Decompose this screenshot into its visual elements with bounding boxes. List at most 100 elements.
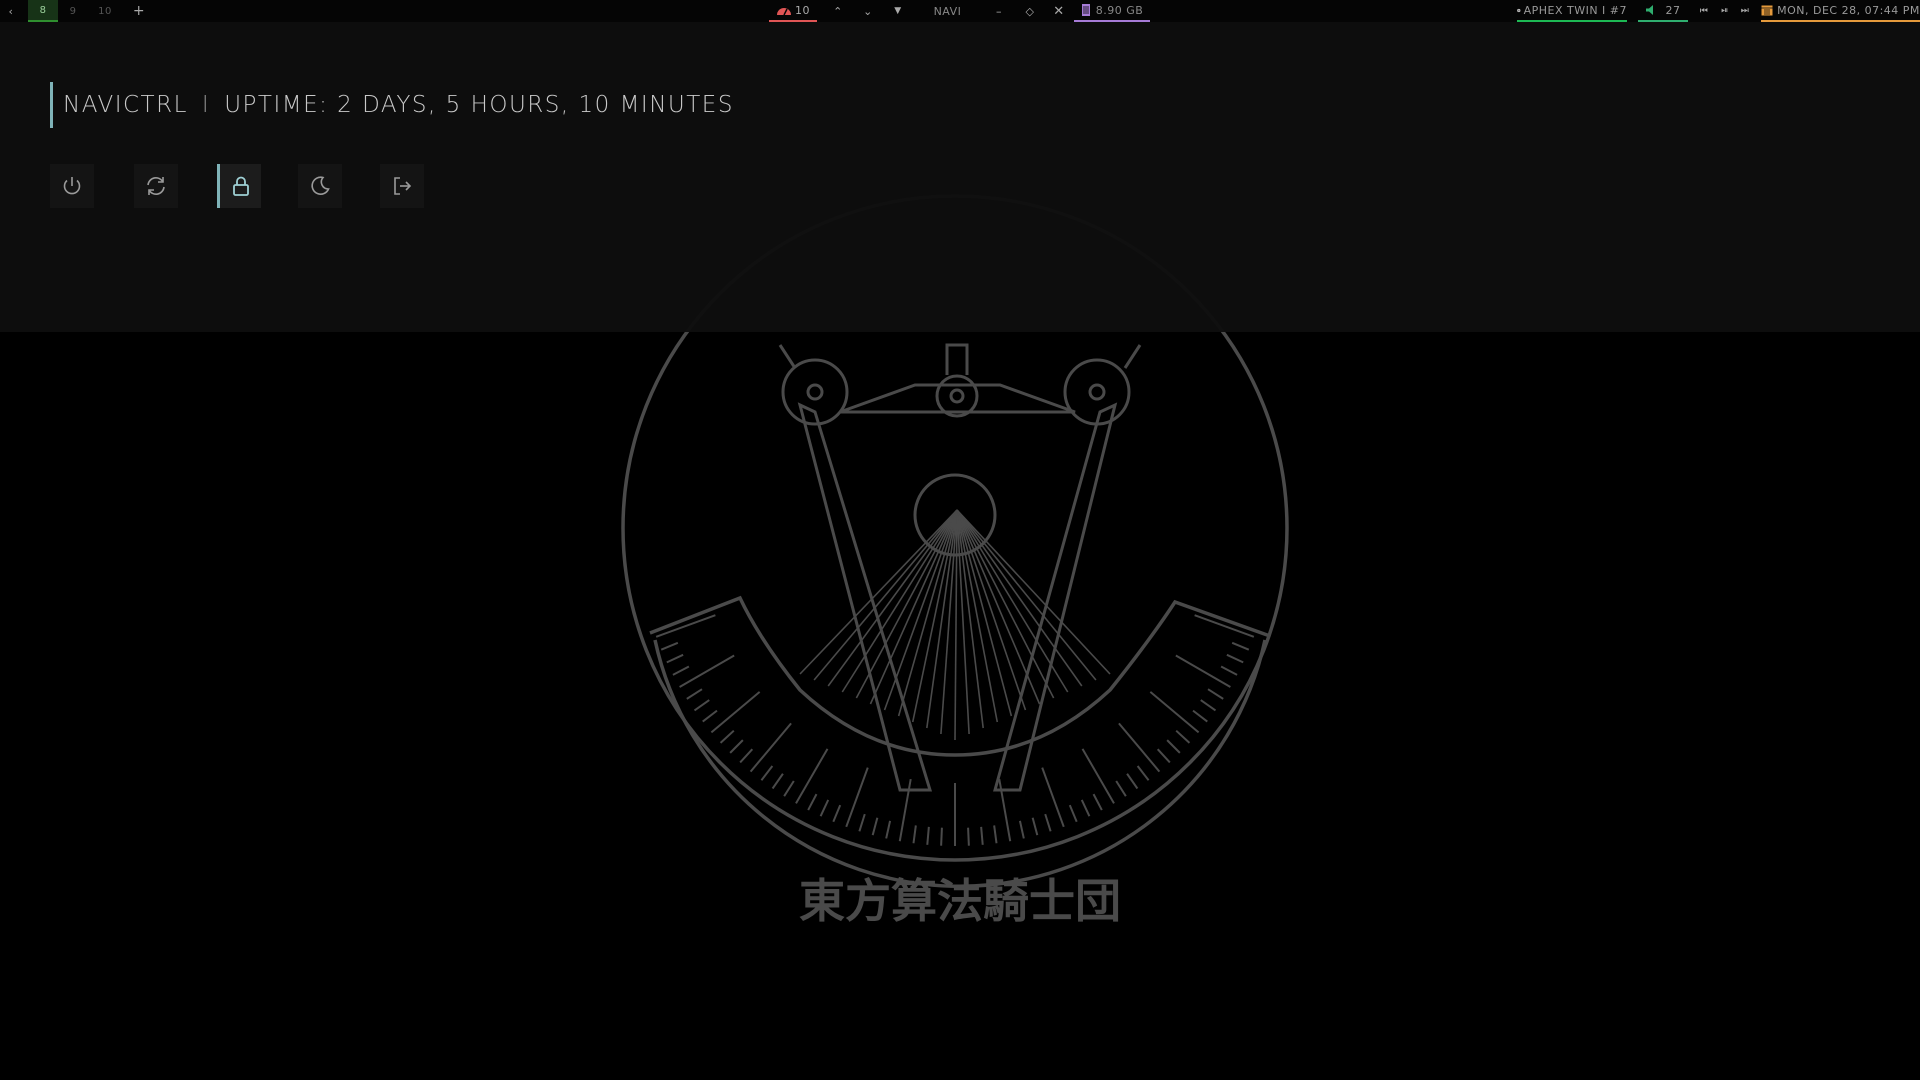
skip-forward-icon: ⏭ — [1740, 6, 1750, 16]
volume-widget[interactable]: 27 — [1638, 0, 1688, 22]
emblem-tick — [1136, 765, 1150, 781]
refresh-icon — [147, 177, 165, 195]
add-workspace-button[interactable]: + — [128, 0, 150, 22]
emblem-compass-right-leg — [993, 402, 1118, 792]
window-title: NAVI — [933, 4, 962, 18]
emblem-tick — [1207, 688, 1224, 700]
play-pause-button[interactable]: ⏯ — [1714, 0, 1736, 22]
clock-widget[interactable]: MON, DEC 28, 07:44 PM — [1761, 0, 1920, 22]
play-pause-icon: ⏯ — [1721, 6, 1729, 16]
emblem-tick — [729, 739, 744, 754]
emblem-tick — [1115, 780, 1127, 797]
emblem-tick — [926, 826, 930, 845]
title-separator: I — [201, 92, 211, 118]
emblem-tick — [660, 641, 679, 651]
emblem-tick — [807, 793, 818, 811]
emblem-tick — [1200, 699, 1217, 712]
workspace-8[interactable]: 8 — [28, 0, 58, 22]
window-menu-button[interactable]: ▼ — [887, 0, 909, 22]
app-name: NAVICTRL — [63, 92, 188, 118]
emblem-ray — [827, 509, 958, 687]
status-bar: ‹ 8 9 10 + 10 ⌃ ⌄ ▼ NAVI – ◇ ✕ 8.90 GB A… — [0, 0, 1920, 22]
emblem-tick — [1231, 641, 1250, 651]
skip-back-icon: ⏮ — [1699, 6, 1709, 16]
emblem-ray — [841, 509, 958, 693]
emblem-tick — [993, 825, 998, 844]
spotify-icon — [1517, 8, 1521, 12]
emblem-tick — [1018, 820, 1025, 839]
workspace-10[interactable]: 10 — [90, 0, 120, 22]
emblem-tick — [898, 778, 912, 842]
close-button[interactable]: ✕ — [1048, 0, 1070, 22]
uptime-text: UPTIME: 2 DAYS, 5 HOURS, 10 MINUTES — [224, 92, 734, 118]
float-button[interactable]: ◇ — [1019, 0, 1041, 22]
chevron-down-icon: ⌄ — [863, 4, 873, 18]
emblem-tick — [1226, 653, 1244, 664]
emblem-tick — [1149, 691, 1200, 734]
emblem-tick — [980, 826, 984, 845]
emblem-tick — [1092, 793, 1103, 811]
cpu-widget[interactable]: 10 — [769, 0, 817, 22]
workspace-prev-button[interactable]: ‹ — [0, 0, 22, 22]
minimize-icon: – — [996, 4, 1002, 18]
emblem-tick — [1081, 748, 1115, 804]
emblem-tick — [1156, 748, 1171, 764]
panel-title: NAVICTRL I UPTIME: 2 DAYS, 5 HOURS, 10 M… — [50, 82, 734, 128]
chevron-left-icon: ‹ — [8, 4, 14, 18]
emblem-tick — [783, 780, 795, 797]
reboot-button[interactable] — [134, 164, 178, 208]
cpu-value: 10 — [795, 3, 810, 17]
emblem-tick — [1126, 773, 1139, 790]
minimize-button[interactable]: – — [988, 0, 1010, 22]
emblem-ray — [956, 509, 1027, 711]
workspace-9[interactable]: 9 — [58, 0, 88, 22]
memory-widget[interactable]: 8.90 GB — [1074, 0, 1150, 22]
music-title: APHEX TWIN I #7 — [1523, 3, 1627, 17]
emblem-tick — [749, 722, 792, 773]
emblem-tick — [710, 691, 761, 734]
emblem-tick — [702, 709, 718, 723]
emblem-tick — [719, 729, 735, 744]
emblem-tick — [666, 653, 684, 664]
next-track-button[interactable]: ⏭ — [1734, 0, 1756, 22]
emblem-tick — [672, 665, 690, 676]
emblem-tick — [819, 799, 830, 817]
power-icon — [63, 177, 81, 195]
emblem-tick — [912, 825, 917, 844]
previous-track-button[interactable]: ⏮ — [1693, 0, 1715, 22]
emblem-tick — [1166, 739, 1181, 754]
caret-down-icon: ▼ — [894, 6, 902, 16]
chevron-up-icon: ⌃ — [833, 4, 843, 18]
memory-icon — [1081, 4, 1090, 16]
plus-icon: + — [132, 3, 146, 19]
emblem-tick — [771, 773, 784, 790]
window-down-button[interactable]: ⌄ — [857, 0, 879, 22]
emblem-tick — [686, 688, 703, 700]
volume-value: 27 — [1665, 3, 1681, 17]
close-icon: ✕ — [1053, 3, 1065, 19]
logout-button[interactable] — [380, 164, 424, 208]
emblem-center-pivot — [935, 374, 979, 418]
emblem-tick — [679, 654, 735, 688]
lock-icon — [232, 176, 249, 196]
navictrl-panel: NAVICTRL I UPTIME: 2 DAYS, 5 HOURS, 10 M… — [0, 22, 1920, 332]
emblem-tick — [1220, 665, 1238, 676]
emblem-right-gear — [1063, 358, 1131, 426]
emblem-tick — [967, 827, 970, 846]
emblem-tick — [832, 804, 842, 823]
lock-button[interactable] — [217, 164, 261, 208]
emblem-tick — [940, 827, 943, 846]
speedometer-icon — [777, 8, 791, 16]
logout-icon — [394, 177, 412, 195]
shutdown-button[interactable] — [50, 164, 94, 208]
emblem-tick — [885, 820, 892, 839]
speaker-icon — [1645, 5, 1653, 15]
emblem-tick — [1192, 709, 1208, 723]
window-up-button[interactable]: ⌃ — [827, 0, 849, 22]
emblem-tick — [760, 765, 774, 781]
emblem-tick — [1118, 722, 1161, 773]
suspend-button[interactable] — [298, 164, 342, 208]
emblem-tick — [858, 813, 866, 832]
music-widget[interactable]: APHEX TWIN I #7 — [1517, 0, 1627, 22]
clock-text: MON, DEC 28, 07:44 PM — [1777, 3, 1920, 17]
